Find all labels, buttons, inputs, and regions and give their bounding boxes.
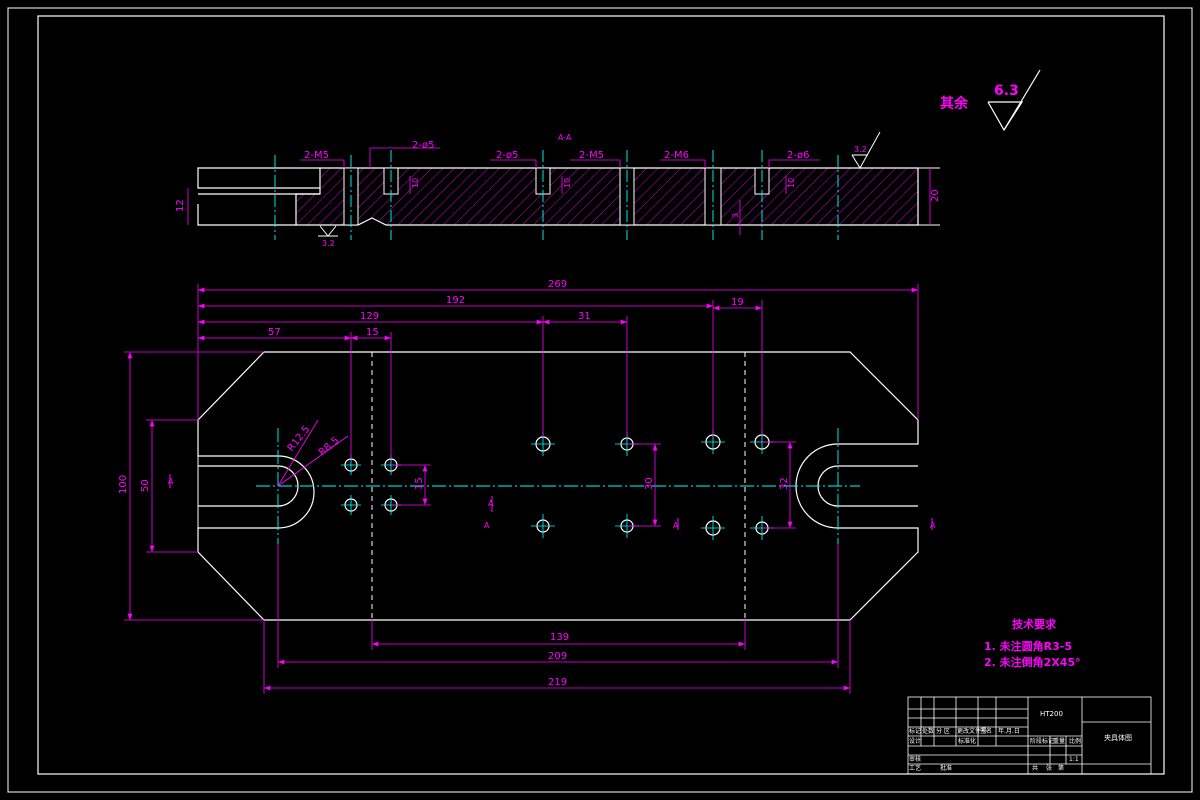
tb-scale: 1:1 xyxy=(1069,756,1079,763)
callout-2-phi6: 2-ø6 xyxy=(787,150,809,161)
dim-129: 129 xyxy=(360,311,379,322)
technical-requirements: 技术要求 1. 未注圆角R3-5 2. 未注倒角2X45° xyxy=(984,617,1081,669)
plan-centerlines xyxy=(256,428,860,544)
section-mark-c2: A xyxy=(673,521,679,530)
tb-sheji: 设计 xyxy=(909,737,921,745)
dim-15-vertical: 15 xyxy=(414,477,425,490)
step-label: 3 xyxy=(731,213,740,218)
plan-dimension-lines xyxy=(124,284,919,694)
hole-crosshairs xyxy=(341,430,774,540)
tb-biaoji: 标记 xyxy=(909,727,921,735)
tb-jieduan: 阶段标记 xyxy=(1030,737,1054,745)
section-view: A-A 2-M5 2-ø5 2-ø5 2-M5 2-M6 2-ø6 10 10 … xyxy=(175,131,941,248)
tb-shenhe: 审核 xyxy=(909,755,921,763)
tb-di: 第 xyxy=(1058,764,1064,772)
tb-fenqu: 分 区 xyxy=(936,727,950,735)
callout-2-phi5-left: 2-ø5 xyxy=(412,140,434,151)
section-mark-right: A xyxy=(930,521,936,530)
roughness-other-value: 6.3 xyxy=(994,83,1019,99)
general-roughness: 其余 6.3 xyxy=(940,69,1041,132)
roughness-bottom-value: 3.2 xyxy=(322,239,335,248)
depth-label-3: 10 xyxy=(787,178,796,188)
callout-2-m5-mid: 2-M5 xyxy=(579,150,604,161)
title-material: HT200 xyxy=(1040,710,1063,718)
outer-frame xyxy=(7,7,1193,793)
dim-192: 192 xyxy=(446,295,465,306)
callout-2-phi5-mid: 2-ø5 xyxy=(496,150,518,161)
tb-bili: 比例 xyxy=(1069,737,1081,745)
tb-gongyi: 工艺 xyxy=(909,764,921,772)
depth-label-2: 10 xyxy=(563,178,572,188)
dim-209: 209 xyxy=(548,651,567,662)
dim-219: 219 xyxy=(548,677,567,688)
roughness-symbol-bottom xyxy=(318,225,338,237)
dim-31: 31 xyxy=(578,311,591,322)
radius-outer: R12.5 xyxy=(286,424,313,454)
tech-req-item-2: 2. 未注倒角2X45° xyxy=(984,655,1081,669)
roughness-top-value: 3.2 xyxy=(854,145,867,154)
dim-57: 57 xyxy=(268,327,281,338)
dim-19: 19 xyxy=(731,297,744,308)
dim-100: 100 xyxy=(118,475,129,494)
callout-2-m5-left: 2-M5 xyxy=(304,150,329,161)
dim-30: 30 xyxy=(644,477,655,490)
section-label: A-A xyxy=(558,133,572,142)
plan-holes xyxy=(344,434,770,536)
tb-pizhun: 批准 xyxy=(940,764,952,772)
dim-50: 50 xyxy=(140,479,151,492)
depth-label-1: 10 xyxy=(411,178,420,188)
section-mark-midlow: A xyxy=(484,521,490,530)
slot-height-label: 12 xyxy=(175,199,186,212)
tb-chushu: 处数 xyxy=(922,727,934,735)
roughness-symbol-general xyxy=(987,69,1041,132)
dim-269: 269 xyxy=(548,279,567,290)
title-drawing-name: 夹具体图 xyxy=(1104,733,1132,742)
callout-2-m6: 2-M6 xyxy=(664,150,689,161)
tb-biaozhunhua: 标准化 xyxy=(958,737,976,745)
tb-riqi: 年.月.日 xyxy=(998,727,1020,735)
tb-gong: 共 xyxy=(1032,764,1038,772)
tech-req-title: 技术要求 xyxy=(1012,617,1057,631)
dim-139: 139 xyxy=(550,632,569,643)
section-mark-mid: A xyxy=(488,499,494,508)
tb-zhongliang: 重量 xyxy=(1053,737,1065,745)
roughness-other-prefix: 其余 xyxy=(940,95,969,112)
dim-32: 32 xyxy=(779,477,790,490)
thickness-label: 20 xyxy=(930,189,941,202)
tb-zhang: 张 xyxy=(1046,764,1052,772)
drawing-canvas: A-A 2-M5 2-ø5 2-ø5 2-M5 2-M6 2-ø6 10 10 … xyxy=(7,7,1193,793)
tech-req-item-1: 1. 未注圆角R3-5 xyxy=(984,639,1072,653)
section-mark-left: A xyxy=(168,477,174,486)
tb-qianming: 签名 xyxy=(980,727,992,735)
plan-view: 269 192 129 31 19 57 15 139 209 219 100 … xyxy=(118,279,936,694)
radius-inner: R8.5 xyxy=(317,435,342,458)
dim-15: 15 xyxy=(366,327,379,338)
